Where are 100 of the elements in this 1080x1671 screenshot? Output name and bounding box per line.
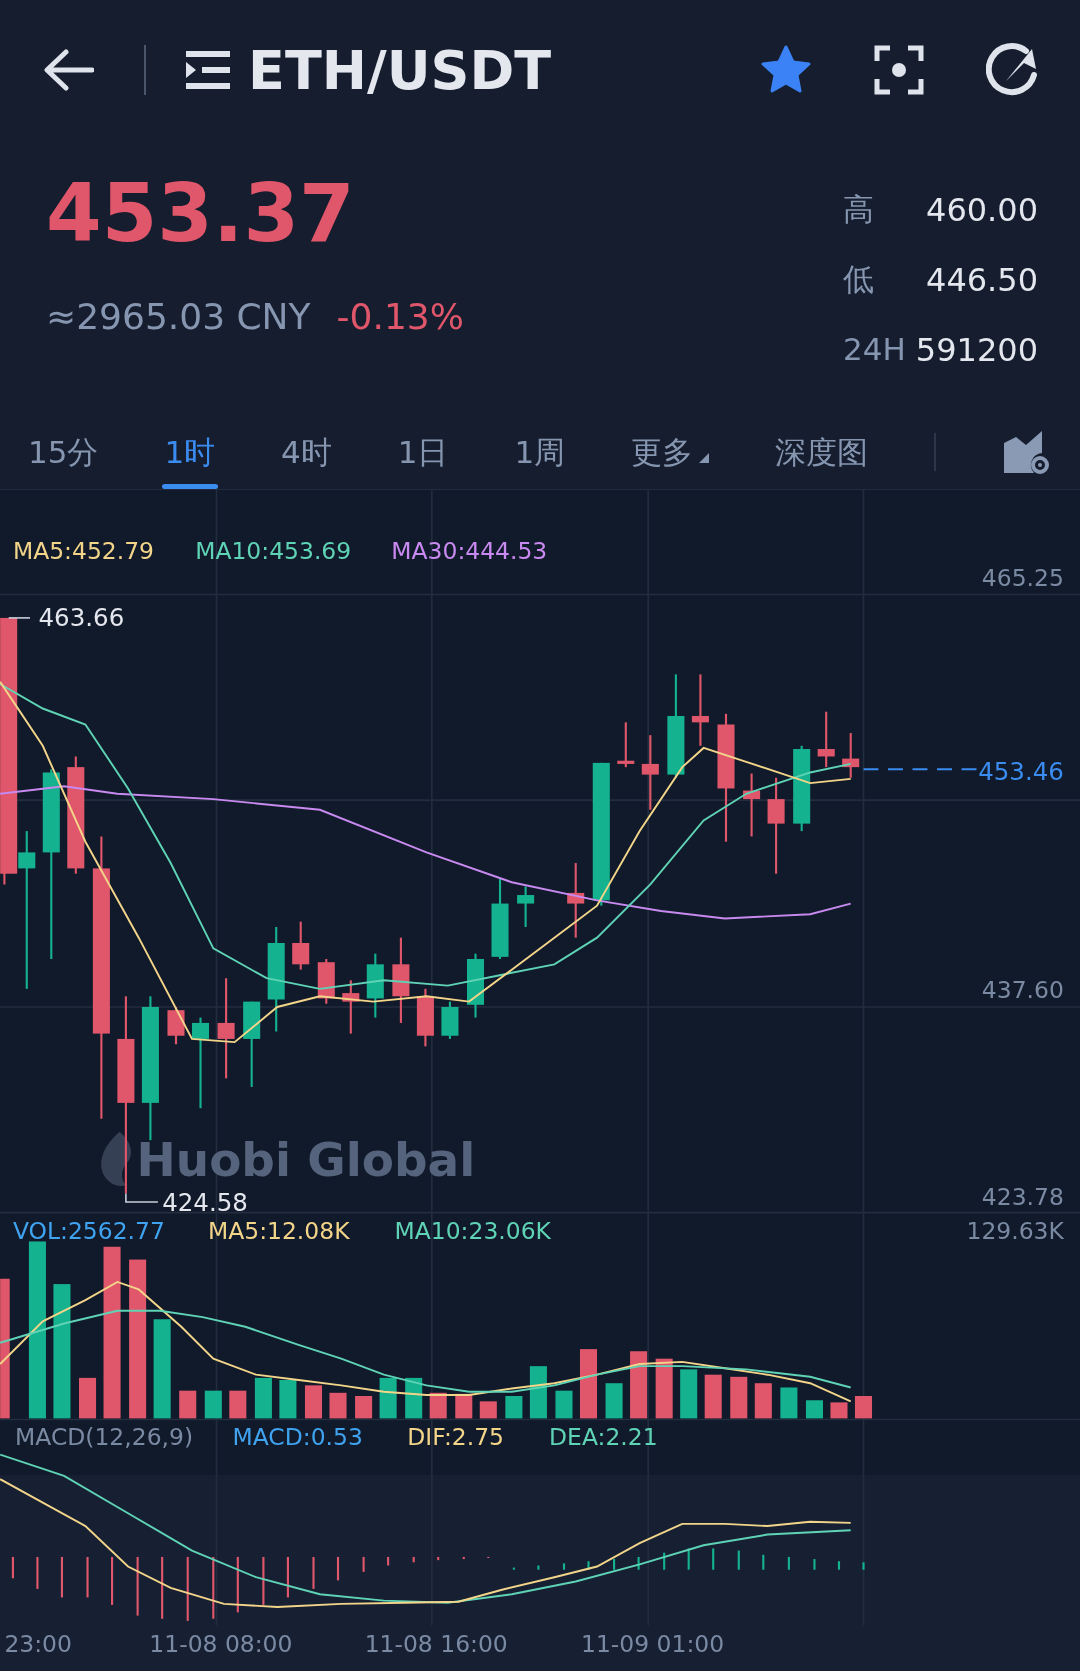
price-axis-label: 465.25 <box>981 563 1064 592</box>
macd-bar <box>437 1556 440 1561</box>
candle <box>842 733 860 778</box>
menu-icon[interactable] <box>184 48 232 92</box>
macd-bar <box>537 1565 540 1570</box>
price-axis-label: 437.60 <box>981 976 1064 1005</box>
last-price-label: 453.46 <box>978 756 1064 786</box>
stat-label: 24H <box>843 330 906 369</box>
volume-bar <box>405 1377 423 1419</box>
volume-bar <box>680 1369 698 1419</box>
macd-bar <box>663 1552 666 1570</box>
macd-bar <box>762 1554 765 1570</box>
macd-bar <box>60 1556 63 1598</box>
macd-bar <box>336 1556 340 1581</box>
volume-bar <box>379 1377 397 1419</box>
volume-bar <box>754 1383 772 1419</box>
interval-tab[interactable]: 1时 <box>164 428 216 489</box>
macd-bar <box>712 1548 715 1570</box>
volume-bar <box>704 1374 722 1419</box>
interval-tab[interactable]: 深度图 <box>775 428 868 489</box>
stat-value: 591200 <box>915 330 1038 371</box>
candle <box>691 674 709 746</box>
volume-legend: VOL:2562.77 <box>12 1217 165 1246</box>
interval-tab[interactable]: 4时 <box>281 428 332 489</box>
stat-value: 460.00 <box>926 190 1038 231</box>
interval-tab[interactable]: 1周 <box>514 428 566 489</box>
candle <box>617 722 635 768</box>
candle <box>743 773 761 837</box>
chart-settings-icon[interactable] <box>1001 429 1050 475</box>
time-axis-label: 23:00 <box>4 1629 72 1658</box>
macd-bar <box>111 1556 114 1605</box>
volume-bar <box>329 1392 347 1419</box>
volume-bar <box>730 1376 748 1419</box>
volume-bar <box>429 1392 447 1419</box>
star-icon[interactable] <box>760 45 812 95</box>
volume-bar <box>254 1377 272 1419</box>
interval-tab[interactable]: 1日 <box>397 428 449 489</box>
volume-bar <box>830 1402 848 1419</box>
high-marker <box>7 617 31 619</box>
volume-legend: MA10:23.06K <box>394 1217 551 1246</box>
macd-bar <box>136 1556 139 1616</box>
candle <box>366 953 384 1018</box>
macd-bar <box>362 1556 365 1572</box>
time-axis-label: 11-09 01:00 <box>581 1629 725 1658</box>
candle <box>817 711 835 768</box>
macd-legend: DEA:2.21 <box>549 1423 658 1452</box>
macd-bar <box>11 1556 14 1579</box>
candle <box>342 980 360 1034</box>
macd-bar <box>186 1556 189 1621</box>
macd-bar <box>813 1559 816 1570</box>
volume-bar <box>579 1349 597 1419</box>
macd-bar <box>286 1556 289 1598</box>
macd-bar <box>637 1556 640 1570</box>
volume-bar <box>854 1396 872 1419</box>
volume-bar <box>605 1383 623 1419</box>
volume-axis-label: 129.63K <box>966 1217 1064 1246</box>
macd-bar <box>737 1550 740 1570</box>
low-marker <box>125 1192 159 1203</box>
volume-bar <box>455 1393 473 1419</box>
ma-legend: MA10:453.69 <box>195 537 352 566</box>
macd-bar <box>787 1556 790 1570</box>
high-price-label: 463.66 <box>38 603 125 633</box>
last-price: 453.37 <box>46 174 356 254</box>
volume-bar <box>505 1396 523 1419</box>
volume-bar <box>229 1390 247 1419</box>
macd-bar <box>312 1556 315 1589</box>
macd-legend: MACD:0.53 <box>232 1423 363 1452</box>
macd-bar <box>613 1559 616 1570</box>
macd-bar <box>161 1556 164 1619</box>
volume-bar <box>279 1380 297 1419</box>
volume-bar <box>655 1358 673 1419</box>
time-axis-label: 11-08 08:00 <box>149 1629 293 1658</box>
macd-legend: DIF:2.75 <box>407 1423 504 1452</box>
pair-title: ETH/USDT <box>248 37 552 104</box>
low-price-label: 424.58 <box>162 1187 248 1217</box>
price-change: -0.13% <box>336 295 464 339</box>
watermark-text: Huobi Global <box>136 1132 476 1188</box>
volume-bar <box>630 1351 648 1419</box>
stat-label: 高 <box>843 190 875 229</box>
macd-bar <box>412 1556 415 1563</box>
volume-bar <box>79 1377 97 1419</box>
time-axis-label: 11-08 16:00 <box>364 1629 508 1658</box>
candle <box>517 886 535 927</box>
volume-bar <box>780 1387 798 1419</box>
ma-legend: MA30:444.53 <box>391 537 548 566</box>
macd-bar <box>462 1556 465 1560</box>
macd-bar <box>86 1556 89 1598</box>
candle <box>292 921 310 970</box>
ma-legend: MA5:452.79 <box>12 537 154 566</box>
back-button[interactable] <box>42 48 94 92</box>
candle <box>467 953 485 1018</box>
interval-tab[interactable]: 更多 <box>631 428 710 489</box>
refresh-icon[interactable] <box>986 43 1040 97</box>
scan-icon[interactable] <box>874 45 924 95</box>
macd-bar <box>236 1556 239 1613</box>
price-axis-label: 423.78 <box>981 1183 1064 1212</box>
candle <box>416 988 434 1047</box>
interval-tab[interactable]: 15分 <box>28 428 99 489</box>
volume-bar <box>304 1385 323 1419</box>
macd-bar <box>387 1556 390 1566</box>
